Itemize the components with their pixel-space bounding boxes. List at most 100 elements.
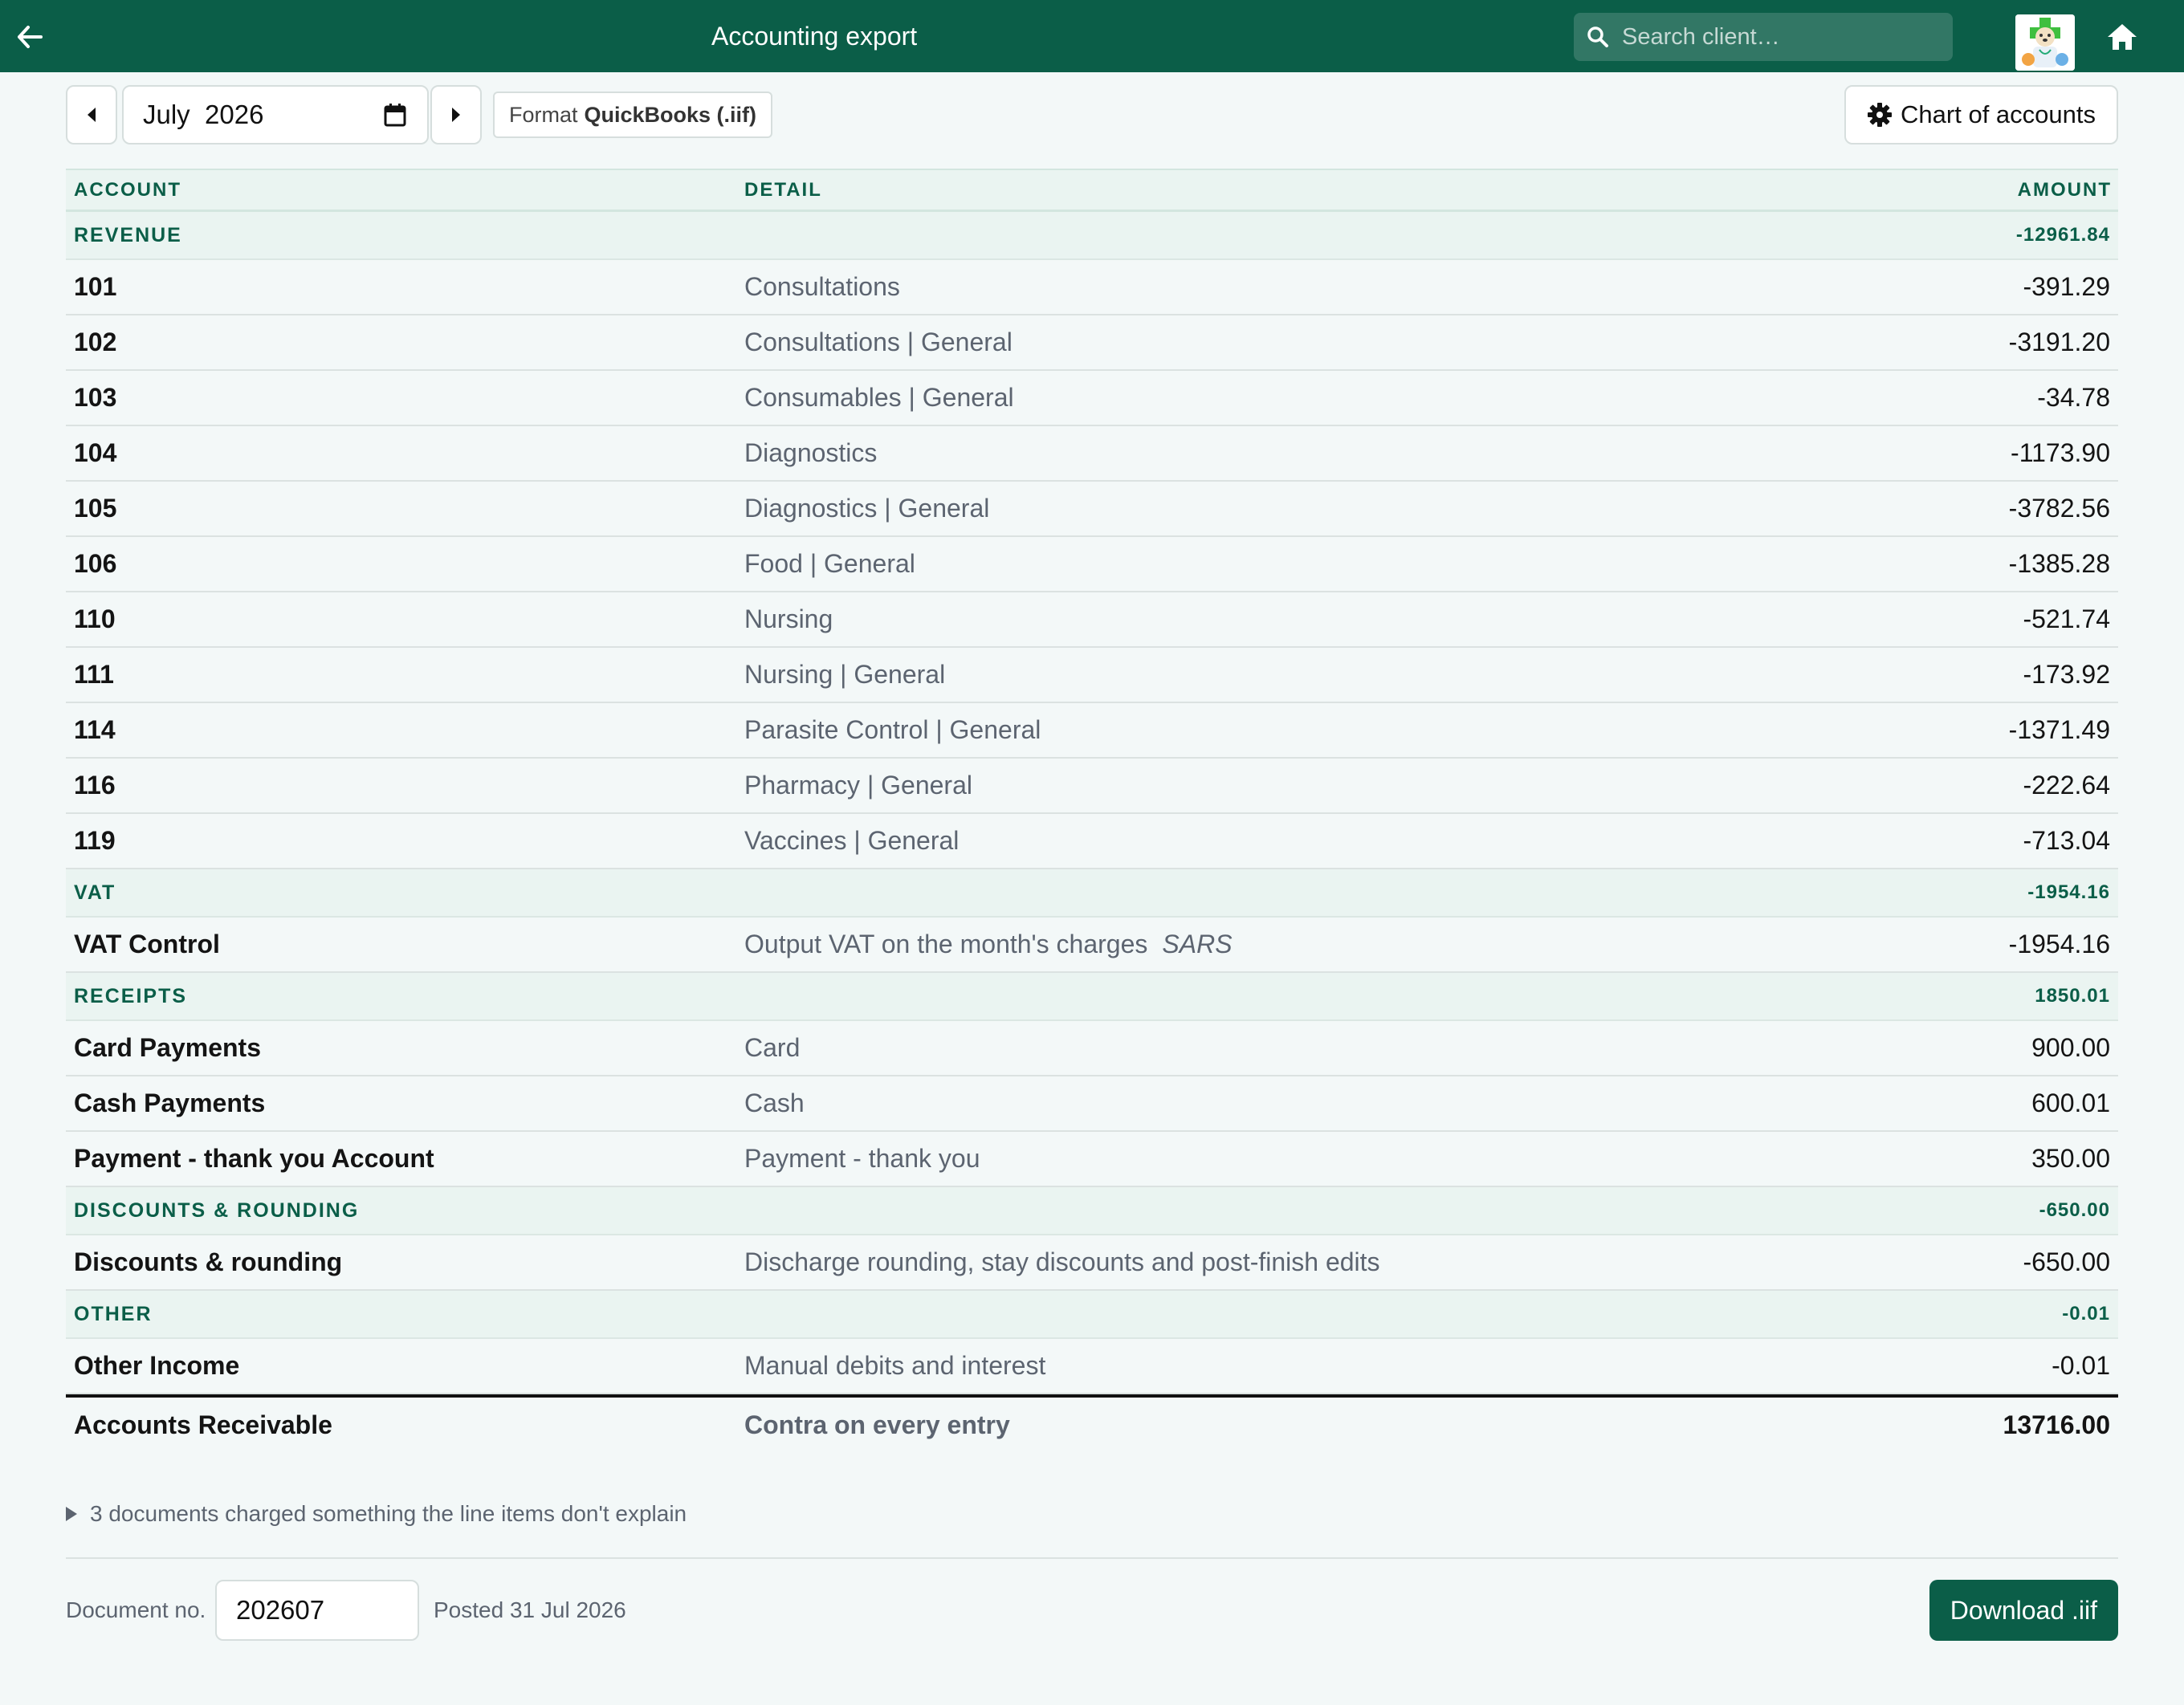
detail-text: Pharmacy | General [744,771,972,800]
column-header-detail: DETAIL [744,179,822,201]
home-button[interactable] [2102,18,2142,56]
section-total: -650.00 [2039,1199,2110,1221]
export-format-chip[interactable]: Format QuickBooks (.iif) [493,92,773,138]
table-row: Discounts & rounding Discharge rounding, … [66,1235,2118,1291]
page-title: Accounting export [711,22,918,51]
table-row: Other Income Manual debits and interest -0… [66,1339,2118,1394]
unexplained-charges-disclosure[interactable]: 3 documents charged something the line i… [66,1498,687,1530]
table-row: 119 Vaccines | General -713.04 [66,814,2118,869]
amount-cell: -521.74 [2023,604,2110,633]
detail-text: Cash [744,1089,805,1117]
format-value: QuickBooks (.iif) [584,102,757,127]
account-cell: 103 [74,383,117,412]
account-cell: Card Payments [74,1033,261,1062]
detail-text: Payment - thank you [744,1144,980,1173]
top-bar: Accounting export [0,0,2184,72]
section-total: -1954.16 [2027,881,2110,903]
format-label: Format [509,102,578,127]
search-input[interactable] [1620,22,1953,51]
section-total: -0.01 [2062,1303,2110,1325]
account-cell: 106 [74,549,117,578]
table-row: 102 Consultations | General -3191.20 [66,315,2118,371]
amount-cell: -713.04 [2023,826,2110,855]
detail-cell: Consultations | General [744,315,1013,369]
amount-cell: 900.00 [2031,1033,2110,1062]
section-name: REVENUE [74,224,182,246]
detail-text: Diagnostics [744,438,878,467]
amount-cell: 600.01 [2031,1089,2110,1117]
table-row: Card Payments Card 900.00 [66,1021,2118,1076]
amount-cell: -3782.56 [2008,494,2110,523]
table-row: 101 Consultations -391.29 [66,260,2118,315]
account-cell: 101 [74,272,117,301]
amount-cell: -1954.16 [2008,930,2110,958]
toolbar: July 2026 Format QuickBooks (.iif) Chart… [66,85,2118,146]
search-box[interactable] [1574,13,1953,61]
detail-text: Parasite Control | General [744,715,1041,744]
search-icon [1587,26,1608,47]
section-header: VAT -1954.16 [66,869,2118,918]
table-row: 105 Diagnostics | General -3782.56 [66,482,2118,537]
detail-text: Consumables | General [744,383,1014,412]
total-amount: 13716.00 [2003,1410,2110,1439]
account-cell: Cash Payments [74,1089,266,1117]
chart-of-accounts-button[interactable]: Chart of accounts [1844,85,2118,144]
amount-cell: -0.01 [2052,1351,2110,1380]
document-number-label: Document no. [66,1597,206,1622]
account-cell: 114 [74,715,116,744]
amount-cell: -391.29 [2023,272,2110,301]
detail-cell: Food | General [744,537,915,591]
detail-cell: Discharge rounding, stay discounts and p… [744,1235,1380,1289]
column-header-amount: AMOUNT [2017,179,2112,201]
account-cell: 102 [74,328,117,356]
next-month-button[interactable] [430,85,482,144]
table-row: 104 Diagnostics -1173.90 [66,426,2118,482]
section-total: 1850.01 [2035,985,2110,1007]
account-cell: Discounts & rounding [74,1247,343,1276]
section-name: OTHER [74,1303,153,1325]
detail-text: Nursing [744,604,833,633]
month-picker[interactable]: July 2026 [122,85,429,144]
section-name: VAT [74,881,116,904]
amount-cell: -1371.49 [2008,715,2110,744]
amount-cell: -173.92 [2023,660,2110,689]
account-cell: 104 [74,438,117,467]
previous-month-button[interactable] [66,85,117,144]
account-cell: 111 [74,660,114,689]
chart-of-accounts-label: Chart of accounts [1901,100,2096,128]
amount-cell: -650.00 [2023,1247,2110,1276]
calendar-icon[interactable] [384,103,406,127]
disclosure-text: 3 documents charged something the line i… [90,1501,687,1526]
table-row: VAT Control Output VAT on the month's cha… [66,918,2118,973]
detail-text: Vaccines | General [744,826,960,855]
clinic-logo-icon [2015,14,2075,71]
section-header: OTHER -0.01 [66,1291,2118,1339]
arrow-left-icon [18,26,43,48]
table-row: 116 Pharmacy | General -222.64 [66,759,2118,814]
detail-cell: Nursing [744,592,833,646]
download-button[interactable]: Download .iif [1929,1580,2118,1641]
detail-cell: Payment - thank you [744,1132,980,1186]
section-name: DISCOUNTS & ROUNDING [74,1199,360,1222]
export-table: ACCOUNT DETAIL AMOUNT REVENUE -12961.84 10… [66,169,2118,1452]
total-detail: Contra on every entry [744,1410,1010,1439]
total-account: Accounts Receivable [74,1410,332,1439]
section-name: RECEIPTS [74,985,188,1007]
back-button[interactable] [11,18,48,55]
avatar[interactable] [2015,14,2075,71]
table-row: 106 Food | General -1385.28 [66,537,2118,592]
disclosure-triangle-icon [66,1507,77,1521]
table-row: Cash Payments Cash 600.01 [66,1076,2118,1132]
section-header: DISCOUNTS & ROUNDING -650.00 [66,1187,2118,1235]
detail-cell: Pharmacy | General [744,759,972,812]
account-cell: VAT Control [74,930,220,958]
detail-text: Output VAT on the month's charges [744,930,1148,958]
table-row: 111 Nursing | General -173.92 [66,648,2118,703]
amount-cell: -1173.90 [2011,438,2110,467]
section-total: -12961.84 [2015,224,2110,246]
detail-text: Manual debits and interest [744,1351,1046,1380]
total-row: Accounts Receivable Contra on every entr… [66,1394,2118,1452]
document-number-input[interactable] [215,1580,419,1641]
gear-icon [1868,103,1893,127]
detail-text: Diagnostics | General [744,494,990,523]
